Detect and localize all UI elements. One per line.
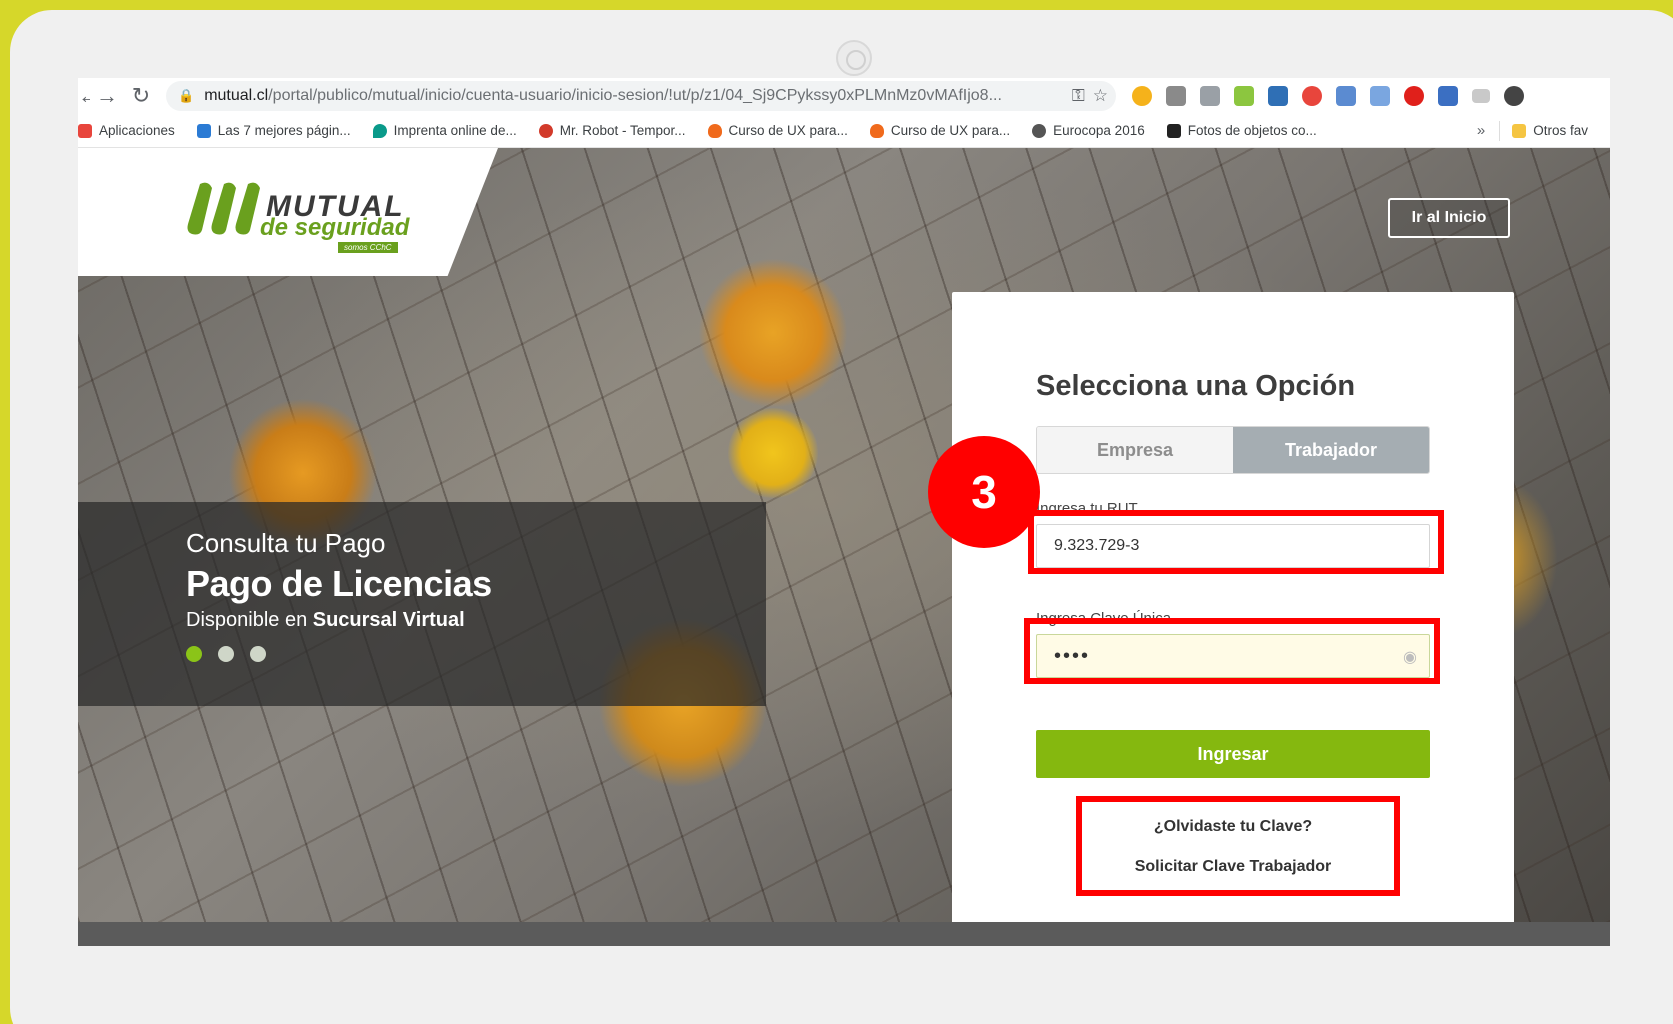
spiral-extension-icon[interactable] [1302, 86, 1322, 106]
bookmark-item[interactable]: Curso de UX para... [869, 123, 1010, 138]
browser-toolbar: ← → ↻ 🔒 mutual.cl/portal/publico/mutual/… [78, 78, 1610, 114]
tab-empresa[interactable]: Empresa [1037, 427, 1233, 473]
back-arrow-icon[interactable]: ← [78, 83, 90, 109]
robot-icon [538, 123, 553, 138]
camera-extension-icon[interactable] [1166, 86, 1186, 106]
banner-subtitle: Consulta tu Pago [186, 528, 386, 558]
bookmark-item[interactable]: Eurocopa 2016 [1032, 123, 1145, 138]
highlight-rut-box [1028, 510, 1444, 574]
carousel-dots [186, 646, 766, 662]
step-number-badge: 3 [928, 436, 1040, 548]
star-icon[interactable]: ☆ [1093, 86, 1108, 106]
key-icon[interactable]: ⚿ [1072, 86, 1085, 106]
flame-icon [707, 123, 722, 138]
reading-list-icon[interactable] [1472, 89, 1490, 103]
user-type-toggle: Empresa Trabajador [1036, 426, 1430, 474]
folder-icon [1512, 123, 1527, 138]
hero-image-helmet [728, 408, 818, 498]
s-extension-icon[interactable] [1268, 86, 1288, 106]
hero-image-worker [698, 258, 848, 408]
drop-icon [372, 123, 387, 138]
bookmarks-bar: Aplicaciones Las 7 mejores págin... Impr… [78, 114, 1610, 148]
crown-extension-icon[interactable] [1234, 86, 1254, 106]
url-text: mutual.cl/portal/publico/mutual/inicio/c… [204, 87, 1002, 104]
address-bar[interactable]: 🔒 mutual.cl/portal/publico/mutual/inicio… [166, 81, 1116, 111]
submit-button[interactable]: Ingresar [1036, 730, 1430, 778]
bookmark-item[interactable]: Curso de UX para... [707, 123, 848, 138]
highlight-password-box [1024, 618, 1440, 684]
face-extension-icon[interactable] [1336, 86, 1356, 106]
page-footer-bar [78, 922, 1610, 946]
banner-title: Pago de Licencias [186, 563, 492, 604]
tablet-camera [836, 40, 872, 76]
globe-icon [1032, 123, 1047, 138]
bookmark-item[interactable]: Fotos de objetos co... [1166, 123, 1317, 138]
carousel-dot[interactable] [250, 646, 266, 662]
divider [1499, 120, 1501, 141]
extensions-bar [1132, 86, 1524, 106]
banner-description: Disponible en Sucursal Virtual [186, 609, 465, 631]
logo-tagline: de seguridad [260, 214, 410, 241]
other-bookmarks[interactable]: Otros fav [1512, 123, 1588, 138]
photo-icon [1166, 123, 1181, 138]
mutual-logo-icon [187, 182, 260, 235]
more-bookmarks-icon[interactable]: » [1477, 122, 1485, 139]
bookmark-item[interactable]: Aplicaciones [78, 123, 175, 138]
logo-badge: somos CChC [338, 242, 398, 253]
bookmark-item[interactable]: Imprenta online de... [372, 123, 517, 138]
apps-grid-icon [78, 123, 92, 138]
highlight-links-box [1076, 796, 1400, 896]
translate-extension-icon[interactable] [1370, 86, 1390, 106]
bookmark-item[interactable]: Mr. Robot - Tempor... [538, 123, 686, 138]
browser-screen: ← → ↻ 🔒 mutual.cl/portal/publico/mutual/… [78, 78, 1610, 946]
bookmark-item[interactable]: Las 7 mejores págin... [196, 123, 351, 138]
lock-icon: 🔒 [178, 88, 195, 103]
hero-banner: Consulta tu Pago Pago de Licencias Dispo… [78, 502, 766, 706]
tab-trabajador[interactable]: Trabajador [1233, 427, 1429, 473]
carousel-dot[interactable] [218, 646, 234, 662]
opera-extension-icon[interactable] [1404, 86, 1424, 106]
chat-extension-icon[interactable] [1200, 86, 1220, 106]
logo-container[interactable]: MUTUAL de seguridad somos CChC [78, 148, 498, 276]
home-button[interactable]: Ir al Inicio [1388, 198, 1510, 238]
flame-icon [869, 123, 884, 138]
site-icon [196, 123, 211, 138]
reload-icon[interactable]: ↻ [124, 83, 158, 109]
carousel-dot-active[interactable] [186, 646, 202, 662]
login-title: Selecciona una Opción [1036, 370, 1356, 402]
screen-extension-icon[interactable] [1438, 86, 1458, 106]
profile-avatar[interactable] [1504, 86, 1524, 106]
forward-arrow-icon[interactable]: → [90, 83, 124, 109]
extension-icon[interactable] [1132, 86, 1152, 106]
